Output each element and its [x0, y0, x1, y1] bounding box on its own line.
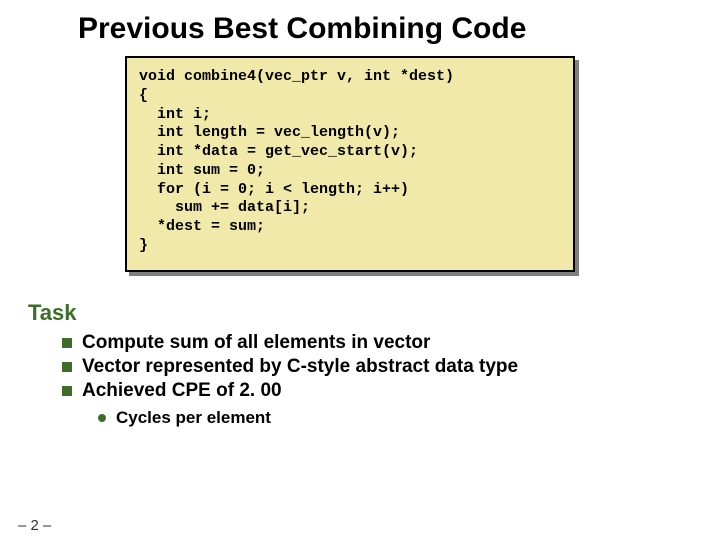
list-item: Achieved CPE of 2. 00: [62, 380, 720, 402]
slide-title: Previous Best Combining Code: [78, 12, 720, 46]
code-box: void combine4(vec_ptr v, int *dest) { in…: [125, 56, 575, 272]
list-item: Vector represented by C-style abstract d…: [62, 356, 720, 378]
section-heading-task: Task: [28, 300, 720, 326]
circle-bullet-icon: [98, 414, 106, 422]
square-bullet-icon: [62, 338, 72, 348]
bullet-text: Achieved CPE of 2. 00: [82, 380, 282, 402]
bullet-text: Vector represented by C-style abstract d…: [82, 356, 518, 378]
page-number: – 2 –: [18, 517, 51, 534]
bullet-list: Compute sum of all elements in vector Ve…: [62, 332, 720, 402]
sub-list-item: Cycles per element: [98, 408, 720, 428]
square-bullet-icon: [62, 362, 72, 372]
square-bullet-icon: [62, 386, 72, 396]
bullet-text: Compute sum of all elements in vector: [82, 332, 430, 354]
sub-bullet-text: Cycles per element: [116, 408, 271, 428]
code-block: void combine4(vec_ptr v, int *dest) { in…: [139, 68, 561, 256]
list-item: Compute sum of all elements in vector: [62, 332, 720, 354]
